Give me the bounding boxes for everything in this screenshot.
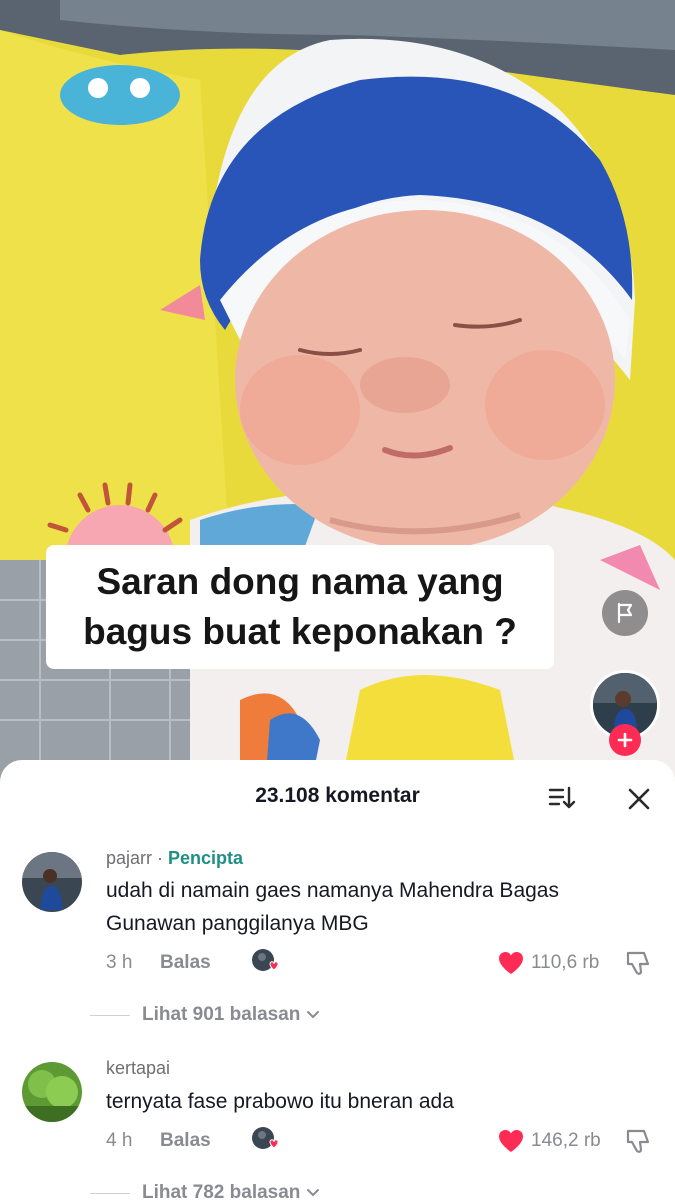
sort-icon bbox=[548, 786, 576, 809]
reply-button[interactable]: Balas bbox=[160, 952, 211, 974]
comment-text: udah di namain gaes namanya Mahendra Bag… bbox=[106, 879, 559, 935]
report-button[interactable] bbox=[602, 590, 648, 636]
creator-liked-icon bbox=[252, 1127, 279, 1149]
video-player[interactable]: Saran dong nama yang bagus buat keponaka… bbox=[0, 0, 675, 790]
flag-icon bbox=[617, 602, 633, 624]
username-separator: · bbox=[152, 848, 169, 868]
like-count: 146,2 rb bbox=[531, 1130, 601, 1151]
comment-username[interactable]: kertapai bbox=[106, 1058, 170, 1079]
thumbs-down-icon bbox=[626, 1129, 650, 1153]
comment-time: 3 h bbox=[106, 952, 133, 973]
avatar-image bbox=[22, 1062, 82, 1122]
plus-icon bbox=[617, 732, 633, 748]
thumbs-down-icon bbox=[626, 951, 650, 975]
dislike-button[interactable] bbox=[624, 1126, 654, 1156]
like-button[interactable]: 146,2 rb bbox=[497, 1128, 601, 1154]
divider bbox=[90, 1192, 130, 1194]
video-caption: Saran dong nama yang bagus buat keponaka… bbox=[46, 545, 554, 669]
close-button[interactable] bbox=[622, 782, 656, 816]
creator-liked-icon bbox=[252, 949, 279, 971]
avatar-image bbox=[22, 852, 82, 912]
dislike-button[interactable] bbox=[624, 948, 654, 978]
like-count: 110,6 rb bbox=[531, 952, 600, 973]
view-replies-button[interactable]: Lihat 901 balasan bbox=[90, 1004, 320, 1026]
comment-time: 4 h bbox=[106, 1130, 133, 1151]
sort-button[interactable] bbox=[546, 782, 578, 814]
follow-button[interactable] bbox=[609, 724, 641, 756]
chevron-down-icon bbox=[307, 1011, 320, 1019]
commenter-avatar[interactable] bbox=[22, 1062, 82, 1122]
view-replies-button[interactable]: Lihat 782 balasan bbox=[90, 1182, 320, 1200]
comments-sheet: 23.108 komentar pajarr · Pencipta udah d… bbox=[0, 760, 675, 1200]
heart-icon bbox=[499, 1130, 523, 1152]
creator-badge: Pencipta bbox=[168, 848, 244, 868]
chevron-down-icon bbox=[307, 1189, 320, 1197]
view-replies-label: Lihat 901 balasan bbox=[142, 1004, 301, 1025]
heart-icon bbox=[499, 952, 523, 974]
comment-username[interactable]: pajarr bbox=[106, 848, 152, 868]
reply-button[interactable]: Balas bbox=[160, 1130, 211, 1152]
comments-header: 23.108 komentar bbox=[0, 760, 675, 836]
caption-line-1: Saran dong nama yang bbox=[96, 561, 504, 602]
close-icon bbox=[628, 788, 650, 810]
comment-username-line: pajarr · Pencipta bbox=[106, 848, 243, 869]
creator-liked-indicator bbox=[250, 948, 280, 976]
commenter-avatar[interactable] bbox=[22, 852, 82, 912]
caption-line-2: bagus buat keponakan ? bbox=[83, 611, 517, 652]
view-replies-label: Lihat 782 balasan bbox=[142, 1182, 301, 1200]
comment-text: ternyata fase prabowo itu bneran ada bbox=[106, 1090, 454, 1113]
like-button[interactable]: 110,6 rb bbox=[497, 950, 599, 976]
divider bbox=[90, 1014, 130, 1016]
creator-liked-indicator bbox=[250, 1126, 280, 1154]
baby-photo bbox=[0, 0, 675, 790]
